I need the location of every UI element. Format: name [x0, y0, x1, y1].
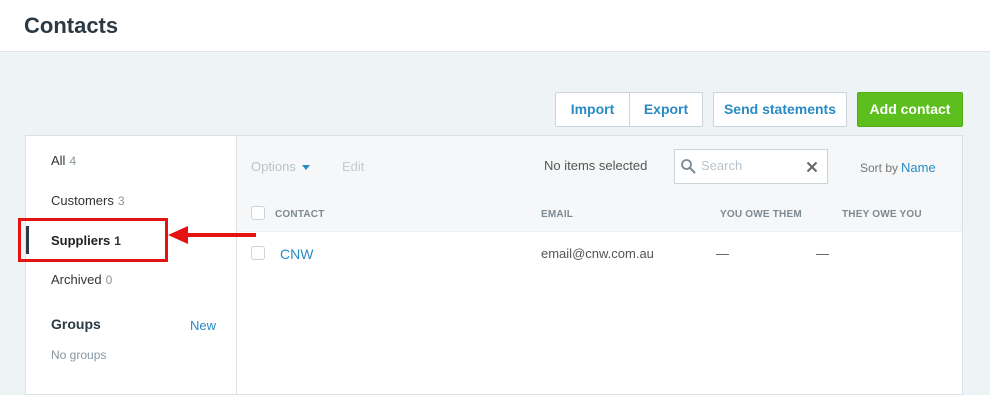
sidebar-item-count: 4 [69, 154, 77, 168]
edit-button[interactable]: Edit [342, 159, 364, 174]
column-header-contact[interactable]: CONTACT [275, 209, 325, 220]
groups-heading: Groups [51, 316, 101, 332]
sidebar-item-label: All [51, 153, 66, 168]
export-button[interactable]: Export [629, 92, 703, 127]
you-owe-them-value: — [716, 246, 729, 261]
contacts-main: Options Edit No items selected Sort byNa… [237, 136, 962, 394]
list-toolbar: Options Edit No items selected Sort byNa… [237, 136, 962, 198]
arrow-left-icon [168, 226, 256, 244]
sidebar-item-all[interactable]: All 4 [51, 153, 76, 168]
sidebar-item-count: 3 [117, 194, 125, 208]
options-dropdown[interactable]: Options [251, 159, 310, 174]
send-statements-button[interactable]: Send statements [713, 92, 847, 127]
add-contact-button[interactable]: Add contact [857, 92, 963, 127]
search-icon [681, 159, 696, 174]
search-box [674, 149, 828, 184]
chevron-down-icon [301, 165, 310, 171]
contact-name-link[interactable]: CNW [280, 246, 313, 262]
sort-value-link[interactable]: Name [901, 160, 936, 175]
new-group-link[interactable]: New [190, 318, 216, 333]
column-header-you-owe-them[interactable]: YOU OWE THEM [720, 209, 802, 220]
table-row[interactable]: CNW email@cnw.com.au — — [237, 232, 962, 276]
options-label: Options [251, 159, 296, 174]
contacts-panel: All 4 Customers 3 Suppliers 1 Archived 0 Gro… [25, 135, 963, 395]
sidebar-item-label: Archived [51, 272, 102, 287]
column-header-they-owe-you[interactable]: THEY OWE YOU [842, 209, 922, 220]
import-button[interactable]: Import [555, 92, 630, 127]
clear-icon[interactable] [806, 161, 818, 173]
contact-email: email@cnw.com.au [541, 246, 654, 261]
table-header: CONTACT EMAIL YOU OWE THEM THEY OWE YOU [237, 197, 962, 232]
row-checkbox[interactable] [251, 246, 265, 260]
contacts-sidebar: All 4 Customers 3 Suppliers 1 Archived 0 Gro… [26, 136, 237, 394]
select-all-checkbox[interactable] [251, 206, 265, 220]
selection-status: No items selected [544, 158, 648, 173]
page-header: Contacts [0, 0, 990, 52]
sidebar-item-archived[interactable]: Archived 0 [51, 272, 112, 287]
they-owe-you-value: — [816, 246, 829, 261]
page-title: Contacts [24, 13, 119, 38]
sidebar-item-count: 0 [105, 273, 113, 287]
no-groups-text: No groups [51, 348, 107, 362]
annotation-highlight-box [18, 218, 168, 262]
search-input[interactable] [701, 158, 801, 173]
sidebar-item-customers[interactable]: Customers 3 [51, 193, 125, 208]
sort-control: Sort by Name [860, 160, 936, 175]
sort-label: Sort by [860, 161, 899, 175]
sidebar-item-label: Customers [51, 193, 114, 208]
column-header-email[interactable]: EMAIL [541, 209, 573, 220]
